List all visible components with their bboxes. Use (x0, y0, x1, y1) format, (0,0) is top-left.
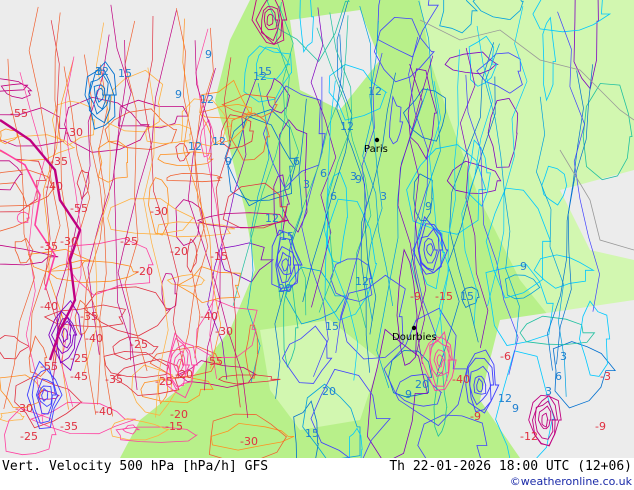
contour-value-label: 12 (188, 140, 202, 153)
contour-value-label: 9 (175, 88, 182, 101)
contour-value-label: 15 (460, 290, 474, 303)
contour-value-label: 3 (380, 190, 387, 203)
contour-value-label: 12 (340, 120, 354, 133)
contour-value-label: -15 (165, 420, 183, 433)
contour-value-label: -25 (130, 338, 148, 351)
contour-value-label: -20 (175, 368, 193, 381)
valid-time: Th 22-01-2026 18:00 UTC (12+06) (389, 459, 632, 474)
contour-value-label: -9 (595, 420, 606, 433)
contour-value-label: -25 (20, 430, 38, 443)
map-footer: Vert. Velocity 500 hPa [hPa/h] GFS Th 22… (0, 458, 634, 490)
contour-value-label: -30 (15, 402, 33, 415)
contour-value-label: -30 (150, 205, 168, 218)
credit-link[interactable]: ©weatheronline.co.uk (510, 475, 632, 488)
contour-value-label: -20 (135, 265, 153, 278)
contour-value-label: 12 (498, 392, 512, 405)
contour-value-label: -15 (210, 250, 228, 263)
contour-value-label: 3 (95, 65, 102, 78)
contour-value-label: -9 (410, 290, 421, 303)
contour-value-label: 9 (520, 260, 527, 273)
contour-value-label: 20 (415, 378, 429, 391)
contour-value-label: 9 (425, 200, 432, 213)
contour-value-label: -25 (70, 352, 88, 365)
contour-value-label: 15 (258, 65, 272, 78)
map-title: Vert. Velocity 500 hPa [hPa/h] GFS (2, 459, 269, 474)
city-label: Paris (364, 144, 388, 155)
contour-value-label: -30 (60, 235, 78, 248)
contour-value-label: -40 (40, 300, 58, 313)
contour-value-label: 3 (545, 385, 552, 398)
contour-value-label: -55 (205, 355, 223, 368)
map-canvas: Paris Dourbies 12 15 1291291512 1291212636 9… (0, 0, 634, 458)
contour-value-label: -20 (170, 245, 188, 258)
contour-value-label: -40 (200, 310, 218, 323)
contour-value-label: 12 (355, 275, 369, 288)
contour-value-label: -6 (500, 350, 511, 363)
contour-value-label: -25 (120, 235, 138, 248)
contour-value-label: 6 (320, 167, 327, 180)
contour-value-label: -35 (40, 240, 58, 253)
contour-value-label: -30 (215, 325, 233, 338)
contour-value-label: -35 (60, 420, 78, 433)
contour-value-label: -40 (85, 332, 103, 345)
contour-value-label: -55 (10, 107, 28, 120)
contour-value-label: 9 (205, 48, 212, 61)
contour-value-label: 15 (280, 230, 294, 243)
contour-value-label: 12 (200, 93, 214, 106)
contour-value-label: -40 (45, 180, 63, 193)
city-label: Dourbies (392, 332, 437, 343)
contour-value-label: 6 (330, 190, 337, 203)
contour-value-label: 6 (555, 370, 562, 383)
contour-value-label: -25 (155, 375, 173, 388)
contour-value-label: 12 (368, 85, 382, 98)
contour-value-label: 20 (322, 385, 336, 398)
contour-value-label: -30 (65, 126, 83, 139)
contour-value-label: 9 (225, 155, 232, 168)
contour-value-label: -55 (70, 202, 88, 215)
contour-value-label: 12 (265, 212, 279, 225)
contour-value-label: -55 (40, 360, 58, 373)
vertical-velocity-map: Paris Dourbies 12 15 12 9 12 9 15 12 12 9 12 12 6 3 6 9… (0, 0, 634, 458)
contour-value-label: -40 (95, 405, 113, 418)
contour-value-label: 3 (560, 350, 567, 363)
contour-value-label: -30 (240, 435, 258, 448)
contour-value-label: -15 (435, 290, 453, 303)
contour-value-label: -40 (452, 373, 470, 386)
contour-value-label: -35 (105, 373, 123, 386)
contour-value-label: 3 (303, 178, 310, 191)
contour-value-label: -35 (80, 310, 98, 323)
contour-value-label: -12 (520, 430, 538, 443)
contour-value-label: 15 (118, 67, 132, 80)
contour-value-label: -35 (50, 155, 68, 168)
contour-value-label: 15 (305, 427, 319, 440)
contour-value-label: 9 (405, 388, 412, 401)
contour-value-label: 12 (212, 135, 226, 148)
contour-value-label: 9 (512, 402, 519, 415)
contour-value-label: -9 (470, 410, 481, 423)
contour-value-label: -45 (70, 370, 88, 383)
contour-value-label: 6 (293, 155, 300, 168)
contour-value-label: 20 (278, 282, 292, 295)
contour-value-label: -3 (600, 370, 611, 383)
contour-value-label: 3 (350, 170, 357, 183)
contour-value-label: 15 (325, 320, 339, 333)
